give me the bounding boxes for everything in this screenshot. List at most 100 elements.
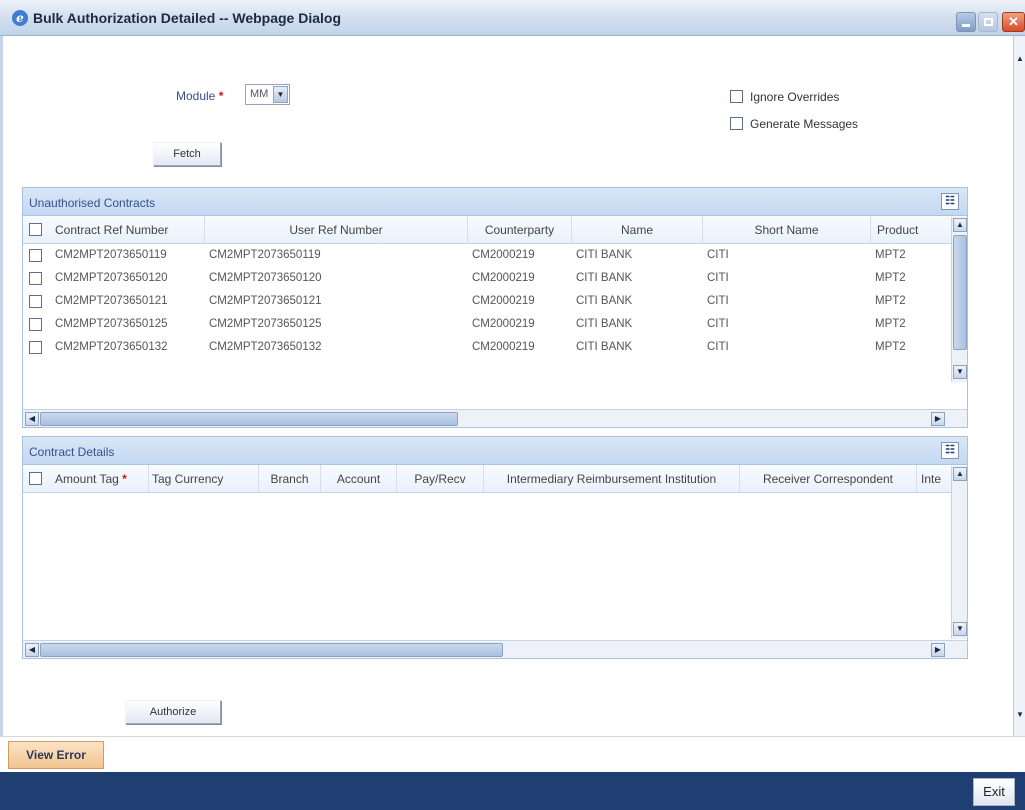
required-mark: * xyxy=(122,472,127,486)
view-error-button[interactable]: View Error xyxy=(8,741,104,769)
vertical-scrollbar[interactable]: ▲ ▼ xyxy=(951,466,967,639)
required-mark: * xyxy=(218,89,224,103)
cell-name: CITI BANK xyxy=(576,341,633,353)
cell-contract-ref: CM2MPT2073650125 xyxy=(55,318,168,330)
unauthorised-contracts-title: Unauthorised Contracts xyxy=(29,196,156,210)
vertical-scrollbar[interactable]: ▲ ▼ xyxy=(951,217,967,382)
grid-header: Contract Details ☷ xyxy=(23,437,967,465)
scroll-down-arrow-icon[interactable]: ▼ xyxy=(1015,710,1025,720)
title-bar: e Bulk Authorization Detailed -- Webpage… xyxy=(0,0,1025,36)
table-row[interactable]: CM2MPT2073650119 CM2MPT2073650119 CM200021… xyxy=(23,244,967,267)
table-row[interactable]: CM2MPT2073650121 CM2MPT2073650121 CM200021… xyxy=(23,290,967,313)
contract-details-title: Contract Details xyxy=(29,445,115,459)
column-header-intermediary[interactable]: Intermediary Reimbursement Institution xyxy=(484,465,740,493)
column-header-inte[interactable]: Inte xyxy=(917,465,951,493)
table-row[interactable]: CM2MPT2073650120 CM2MPT2073650120 CM200021… xyxy=(23,267,967,290)
column-header-tag-currency[interactable]: Tag Currency xyxy=(149,465,259,493)
column-header-receiver-correspondent[interactable]: Receiver Correspondent xyxy=(740,465,917,493)
column-header-account[interactable]: Account xyxy=(321,465,397,493)
cell-user-ref: CM2MPT2073650119 xyxy=(209,249,321,261)
column-header-counterparty[interactable]: Counterparty xyxy=(468,216,572,244)
generate-messages-label: Generate Messages xyxy=(750,117,859,131)
authorize-button[interactable]: Authorize xyxy=(125,700,221,724)
cell-short-name: CITI xyxy=(707,272,729,284)
scroll-left-arrow-icon[interactable]: ◀ xyxy=(25,412,39,426)
column-header-branch[interactable]: Branch xyxy=(259,465,321,493)
column-header-short-name[interactable]: Short Name xyxy=(703,216,871,244)
ignore-overrides-checkbox[interactable] xyxy=(730,90,743,103)
window-vertical-scrollbar[interactable]: ▲ ▼ xyxy=(1013,36,1025,736)
cell-user-ref: CM2MPT2073650125 xyxy=(209,318,322,330)
cell-name: CITI BANK xyxy=(576,318,633,330)
scroll-thumb[interactable] xyxy=(40,412,458,426)
table-row[interactable]: CM2MPT2073650132 CM2MPT2073650132 CM200021… xyxy=(23,336,967,359)
table-row[interactable]: CM2MPT2073650125 CM2MPT2073650125 CM200021… xyxy=(23,313,967,336)
cell-name: CITI BANK xyxy=(576,295,633,307)
cell-product: MPT2 xyxy=(875,318,906,330)
column-header-pay-recv[interactable]: Pay/Recv xyxy=(397,465,484,493)
cell-short-name: CITI xyxy=(707,318,729,330)
scroll-down-arrow-icon[interactable]: ▼ xyxy=(953,365,967,379)
cell-contract-ref: CM2MPT2073650132 xyxy=(55,341,168,353)
module-label: Module * xyxy=(176,89,223,103)
cell-user-ref: CM2MPT2073650120 xyxy=(209,272,322,284)
fetch-button[interactable]: Fetch xyxy=(153,142,221,166)
cell-counterparty: CM2000219 xyxy=(472,295,535,307)
column-header-amount-tag[interactable]: Amount Tag * xyxy=(49,465,149,493)
scroll-up-arrow-icon[interactable]: ▲ xyxy=(1015,54,1025,64)
scroll-left-arrow-icon[interactable]: ◀ xyxy=(25,643,39,657)
row-checkbox[interactable] xyxy=(29,249,42,262)
chevron-down-icon[interactable]: ▼ xyxy=(273,86,288,103)
close-button[interactable]: ✕ xyxy=(1002,12,1025,32)
select-all-checkbox[interactable] xyxy=(29,472,42,485)
cell-product: MPT2 xyxy=(875,249,906,261)
window-title: Bulk Authorization Detailed -- Webpage D… xyxy=(33,10,342,26)
module-select[interactable]: MM ▼ xyxy=(245,84,290,105)
module-select-value: MM xyxy=(250,88,269,100)
cell-contract-ref: CM2MPT2073650121 xyxy=(55,295,168,307)
scroll-thumb[interactable] xyxy=(40,643,503,657)
cell-counterparty: CM2000219 xyxy=(472,272,535,284)
cell-user-ref: CM2MPT2073650132 xyxy=(209,341,322,353)
row-checkbox[interactable] xyxy=(29,341,42,354)
scroll-down-arrow-icon[interactable]: ▼ xyxy=(953,622,967,636)
cell-counterparty: CM2000219 xyxy=(472,318,535,330)
row-checkbox[interactable] xyxy=(29,318,42,331)
column-headers: Amount Tag * Tag Currency Branch Account… xyxy=(23,465,967,493)
row-checkbox[interactable] xyxy=(29,272,42,285)
contract-details-grid: Contract Details ☷ Amount Tag * Tag Curr… xyxy=(22,436,968,659)
horizontal-scrollbar[interactable]: ◀ ▶ xyxy=(23,409,967,427)
grid-header: Unauthorised Contracts ☷ xyxy=(23,188,967,216)
column-header-user-ref[interactable]: User Ref Number xyxy=(205,216,468,244)
minimize-button[interactable] xyxy=(956,12,976,32)
column-header-contract-ref[interactable]: Contract Ref Number xyxy=(49,216,205,244)
cell-counterparty: CM2000219 xyxy=(472,249,535,261)
column-header-product[interactable]: Product xyxy=(871,216,951,244)
column-settings-icon[interactable]: ☷ xyxy=(941,193,959,210)
exit-button[interactable]: Exit xyxy=(973,778,1015,806)
cell-product: MPT2 xyxy=(875,341,906,353)
cell-counterparty: CM2000219 xyxy=(472,341,535,353)
scroll-thumb[interactable] xyxy=(953,235,967,350)
cell-contract-ref: CM2MPT2073650120 xyxy=(55,272,168,284)
select-all-checkbox[interactable] xyxy=(29,223,42,236)
internet-explorer-icon: e xyxy=(12,10,28,26)
amount-tag-label: Amount Tag xyxy=(55,472,119,486)
ignore-overrides-label: Ignore Overrides xyxy=(750,90,840,104)
generate-messages-checkbox[interactable] xyxy=(730,117,743,130)
scroll-up-arrow-icon[interactable]: ▲ xyxy=(953,218,967,232)
column-header-name[interactable]: Name xyxy=(572,216,703,244)
error-bar: View Error xyxy=(0,736,1025,772)
column-settings-icon[interactable]: ☷ xyxy=(941,442,959,459)
row-checkbox[interactable] xyxy=(29,295,42,308)
maximize-button[interactable] xyxy=(978,12,998,32)
scroll-right-arrow-icon[interactable]: ▶ xyxy=(931,643,945,657)
cell-name: CITI BANK xyxy=(576,249,633,261)
scroll-up-arrow-icon[interactable]: ▲ xyxy=(953,467,967,481)
horizontal-scrollbar[interactable]: ◀ ▶ xyxy=(23,640,967,658)
scroll-right-arrow-icon[interactable]: ▶ xyxy=(931,412,945,426)
dialog-content: Module * MM ▼ Ignore Overrides Generate … xyxy=(0,36,1013,736)
cell-short-name: CITI xyxy=(707,249,729,261)
unauthorised-rows: CM2MPT2073650119 CM2MPT2073650119 CM200021… xyxy=(23,244,967,359)
unauthorised-contracts-grid: Unauthorised Contracts ☷ Contract Ref Nu… xyxy=(22,187,968,428)
